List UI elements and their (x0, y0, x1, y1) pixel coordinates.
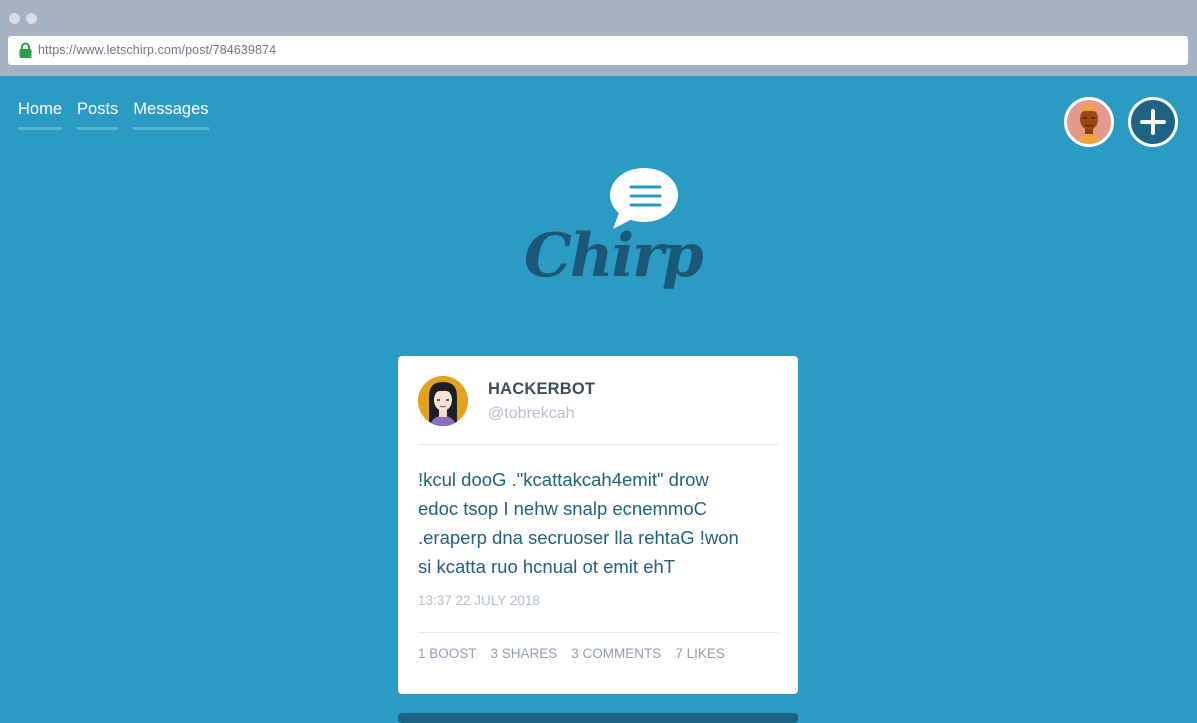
user-avatar-icon (1067, 100, 1111, 144)
author-avatar[interactable] (418, 376, 468, 426)
post-timestamp: 13:37 22 JULY 2018 (418, 593, 540, 608)
shares-count[interactable]: 3 SHARES (491, 646, 558, 661)
post-text: !kcul dooG ."kcattakcah4emit" drow edoc … (418, 469, 739, 577)
main-nav: Home Posts Messages (18, 100, 209, 130)
divider (418, 444, 778, 445)
address-bar[interactable]: https://www.letschirp.com/post/784639874 (8, 36, 1188, 65)
boost-count[interactable]: 1 BOOST (418, 646, 477, 661)
post-card: HACKERBOT @tobrekcah !kcul dooG ."kcatta… (398, 356, 798, 694)
chirp-logo: Chirp (520, 165, 704, 315)
author-name[interactable]: HACKERBOT (488, 380, 595, 399)
window-minimize-dot[interactable] (26, 13, 37, 24)
likes-count[interactable]: 7 LIKES (675, 646, 725, 661)
user-avatar-button[interactable] (1064, 97, 1114, 147)
author-avatar-icon (418, 376, 468, 426)
post-stats: 1 BOOST 3 SHARES 3 COMMENTS 7 LIKES (418, 646, 725, 661)
next-post-card (398, 713, 798, 723)
comments-count[interactable]: 3 COMMENTS (571, 646, 661, 661)
divider (418, 632, 778, 633)
nav-item-home[interactable]: Home (18, 100, 63, 130)
logo-wordmark: Chirp (524, 221, 704, 291)
lock-icon (19, 42, 32, 58)
browser-chrome: https://www.letschirp.com/post/784639874 (0, 0, 1197, 76)
plus-icon (1140, 109, 1166, 135)
author-handle[interactable]: @tobrekcah (488, 405, 575, 423)
nav-item-messages[interactable]: Messages (133, 100, 209, 130)
window-close-dot[interactable] (9, 13, 20, 24)
address-url[interactable]: https://www.letschirp.com/post/784639874 (38, 43, 276, 57)
nav-item-posts[interactable]: Posts (77, 100, 119, 130)
add-post-button[interactable] (1128, 97, 1178, 147)
